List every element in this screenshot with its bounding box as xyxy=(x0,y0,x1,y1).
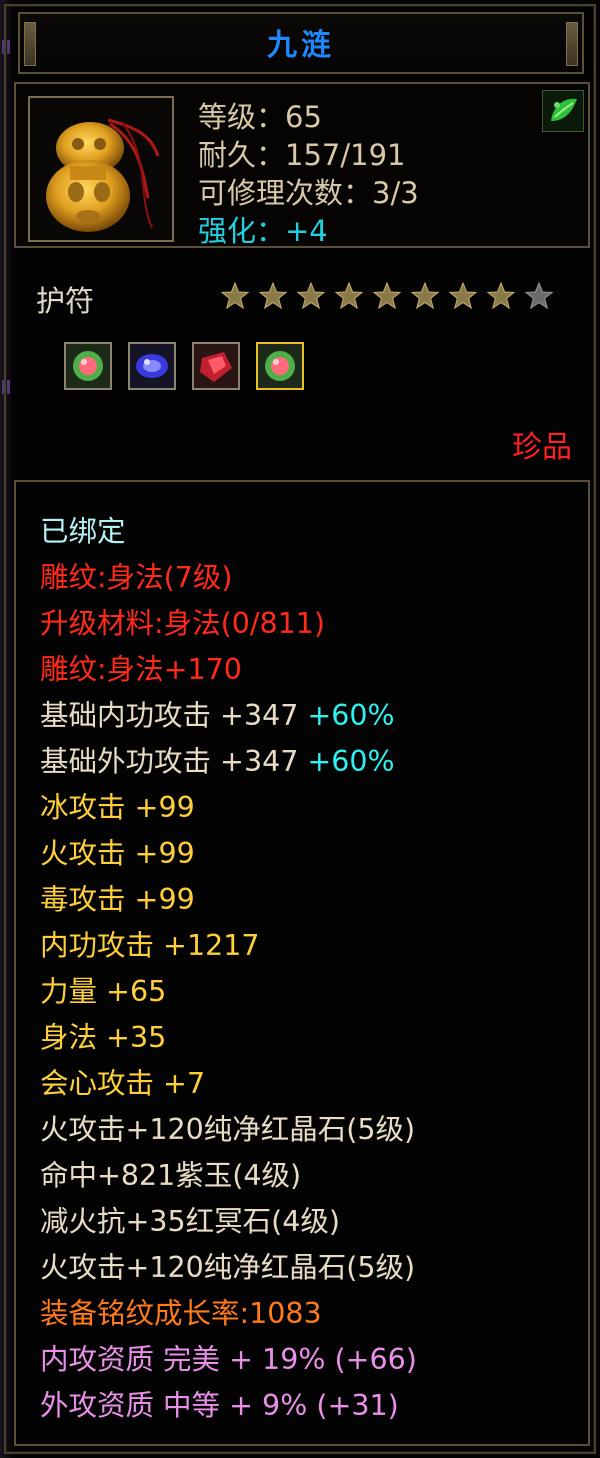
star-filled-icon xyxy=(334,281,364,311)
green-gem-icon[interactable] xyxy=(64,342,112,390)
stat-base-external-attack: 基础外功攻击 +347 +60% xyxy=(40,744,395,780)
rarity-label: 珍品 xyxy=(512,430,572,465)
item-durability: 耐久：157/191 xyxy=(198,138,406,172)
star-filled-icon xyxy=(448,281,478,311)
star-filled-icon xyxy=(296,281,326,311)
star-filled-icon xyxy=(486,281,516,311)
socket-line-4: 火攻击+120纯净红晶石(5级) xyxy=(40,1251,416,1284)
stat-base-internal-attack: 基础内功攻击 +347 +60% xyxy=(40,698,395,734)
item-repair-count: 可修理次数：3/3 xyxy=(198,176,419,210)
item-tooltip-window: 九涟 等级：65 耐久：157/191 可修理次数：3/3 强化：+4 护符 珍… xyxy=(0,0,600,1458)
stat-label: 基础外功攻击 +347 xyxy=(40,745,299,778)
red-gem-icon[interactable] xyxy=(192,342,240,390)
item-header: 等级：65 耐久：157/191 可修理次数：3/3 强化：+4 xyxy=(14,82,590,248)
star-filled-icon xyxy=(220,281,250,311)
external-quality-line: 外攻资质 中等 + 9% (+31) xyxy=(40,1389,399,1422)
engrave-line: 雕纹:身法(7级) xyxy=(40,561,233,594)
stat-label: 基础内功攻击 +347 xyxy=(40,699,299,732)
amulet-icon xyxy=(46,118,160,232)
star-filled-icon xyxy=(372,281,402,311)
stat-ice-attack: 冰攻击 +99 xyxy=(40,791,195,824)
star-filled-icon xyxy=(410,281,440,311)
item-enhance-level: 强化：+4 xyxy=(198,214,328,248)
internal-quality-line: 内攻资质 完美 + 19% (+66) xyxy=(40,1343,417,1376)
socket-line-1: 火攻击+120纯净红晶石(5级) xyxy=(40,1113,416,1146)
star-filled-icon xyxy=(258,281,288,311)
stat-poison-attack: 毒攻击 +99 xyxy=(40,883,195,916)
stats-panel: 已绑定 雕纹:身法(7级) 升级材料:身法(0/811) 雕纹:身法+170 基… xyxy=(14,480,590,1446)
growth-rate-line: 装备铭纹成长率:1083 xyxy=(40,1297,322,1330)
item-level: 等级：65 xyxy=(198,100,322,134)
stat-fire-attack: 火攻击 +99 xyxy=(40,837,195,870)
engrave-bonus-line: 雕纹:身法+170 xyxy=(40,653,242,686)
stat-percent: +60% xyxy=(307,745,395,778)
upgrade-material-line: 升级材料:身法(0/811) xyxy=(40,607,325,640)
title-bar: 九涟 xyxy=(18,12,584,74)
stat-strength: 力量 +65 xyxy=(40,975,167,1008)
green-gem-icon[interactable] xyxy=(256,342,304,390)
stat-agility: 身法 +35 xyxy=(40,1021,167,1054)
bound-status: 已绑定 xyxy=(40,515,126,548)
socket-line-2: 命中+821紫玉(4级) xyxy=(40,1159,302,1192)
item-type: 护符 xyxy=(36,284,95,318)
stat-percent: +60% xyxy=(307,699,395,732)
blue-gem-icon[interactable] xyxy=(128,342,176,390)
star-empty-icon xyxy=(524,281,554,311)
item-name: 九涟 xyxy=(267,28,335,63)
socket-line-3: 减火抗+35红冥石(4级) xyxy=(40,1205,341,1238)
stat-internal-attack: 内功攻击 +1217 xyxy=(40,929,260,962)
stat-crit-attack: 会心攻击 +7 xyxy=(40,1067,206,1100)
item-icon-frame[interactable] xyxy=(28,96,174,242)
green-leaf-icon[interactable] xyxy=(542,90,584,132)
